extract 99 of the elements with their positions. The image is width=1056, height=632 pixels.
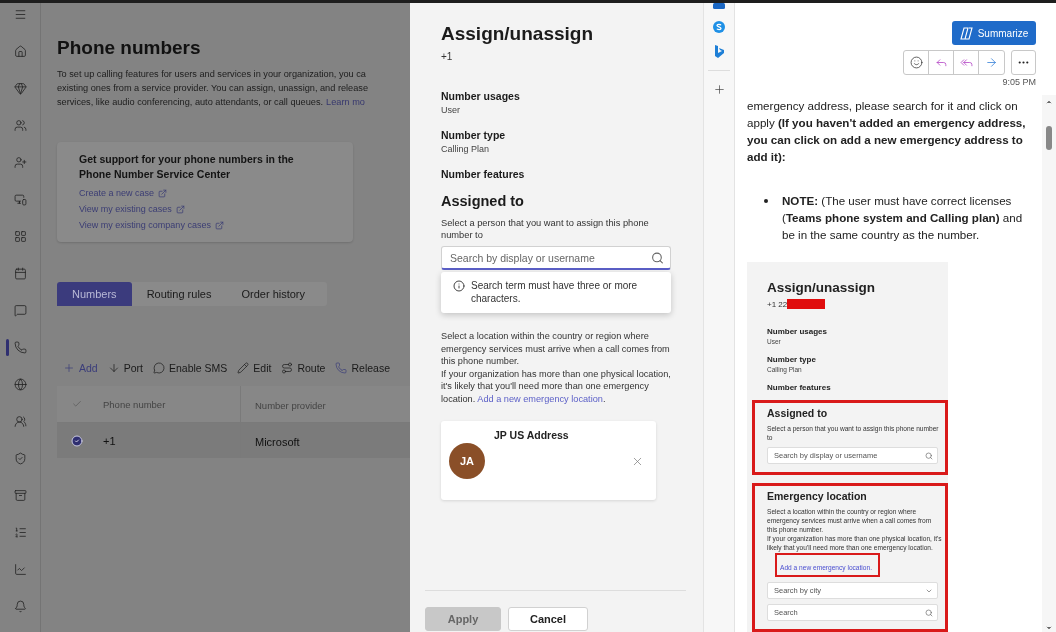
field-value: Calling Plan [441,144,491,154]
add-location-link[interactable]: Add a new emergency location [477,393,603,404]
chart-icon [13,563,27,576]
description-text: To set up calling features for users and services in your organization, you ca [57,68,367,80]
avatar: JA [449,443,485,479]
devices-icon [13,193,27,206]
home-icon [13,45,27,58]
calendar-icon [13,267,27,280]
phone-number: +1 [441,51,454,62]
location-name: JP US Address [494,429,570,441]
panel-title: Assign/unassign [441,23,595,45]
search-field[interactable]: Search by display or username [441,246,671,270]
external-link-icon [214,220,224,230]
bullet-icon [764,199,768,203]
phone-number: +1 22 [767,299,788,309]
section-heading: Assigned to [767,407,829,419]
person-add-icon [13,156,27,169]
remove-button[interactable] [631,455,644,468]
description-text: services, like audio conferencing, auto attendants, or call queues. [57,96,324,108]
table-row[interactable]: +1 Microsoft [57,423,410,458]
arrow-right-icon [985,56,998,69]
reply-icon [934,56,948,69]
page-title: Phone numbers [57,37,202,59]
people-icon [13,119,27,132]
toolbar-button[interactable]: Release [335,362,390,374]
ribbon-app-icon[interactable] [714,45,724,58]
field-value: User [441,105,461,115]
field-label: Number usages [441,90,521,102]
field-label: Number features [767,383,832,392]
phone-icon [13,341,27,354]
check-icon[interactable] [72,399,82,409]
emergency-description: Select a location within the country or region where emergency services must arrive when a call comes from this phone number. If your organization has more than one physical location, it's likely that you'll need more than one emergency location. Add a new emergency location. [441,330,672,405]
pencil-icon [237,362,250,374]
external-link-icon [158,188,168,198]
search-icon [925,451,933,460]
group-icon [13,415,27,428]
toolbar-button[interactable]: Enable SMS [152,362,228,374]
app-icon[interactable] [713,3,725,9]
learn-more-link[interactable]: Learn mo [326,96,365,108]
close-icon [631,455,644,468]
table-cell: +1 [103,434,116,447]
description-text: existing ones from a service provider. You can assign, unassign, and release [57,82,370,94]
tab[interactable]: Order history [226,282,321,306]
field-label: Number features [441,168,526,180]
field-label: Number type [441,129,507,141]
scroll-up-icon[interactable] [1045,98,1053,106]
more-button[interactable] [1011,50,1036,75]
summarize-button[interactable]: Summarize [952,21,1036,45]
circle-app-icon[interactable] [713,21,725,33]
toolbar-button[interactable]: Edit [237,362,272,374]
tab[interactable]: Routing rules [131,282,227,306]
help-text: Select a person that you want to assign this phone number to [441,217,650,241]
chat-icon [152,362,165,374]
note-text: NOTE: (The user must have correct licenses (Teams phone system and Calling plan) and be in the same country as the number. [782,193,1024,243]
screenshot-title: Assign/unassign [767,280,877,295]
support-link[interactable]: View my existing cases [79,204,185,214]
section-heading: Emergency location [767,490,868,502]
popup-message: Search term must have three or more characters. [471,279,639,305]
archive-icon [13,489,27,502]
menu-icon [13,8,27,21]
support-link[interactable]: Create a new case [79,188,168,198]
toolbar-button[interactable]: Route [281,362,326,374]
redaction-mark [787,299,826,309]
search-icon [925,608,933,617]
tab[interactable]: Numbers [57,282,132,306]
toolbar-button[interactable]: Add [63,362,98,374]
list-icon [13,526,27,539]
panel-button[interactable]: Cancel [508,607,588,631]
scroll-down-icon[interactable] [1045,624,1053,632]
message-paragraph: emergency address, please search for it and click on apply (If you haven't added an emergency address, you can click on add a new emergency address to add it): [747,98,1027,165]
table-cell: Microsoft [255,435,300,448]
plus-icon [63,362,75,374]
grid-icon [13,230,27,243]
phone-icon [335,362,348,374]
column-header: Number provider [255,400,326,411]
row-checkbox[interactable] [71,434,83,447]
bell-icon [13,600,27,613]
support-link[interactable]: View my existing company cases [79,220,224,230]
field-label: Number type [767,355,817,364]
column-header: Phone number [103,398,166,410]
section-heading: Assigned to [441,193,525,209]
smiley-icon [909,56,923,69]
shield-icon [13,452,27,465]
add-icon[interactable] [712,83,726,96]
timestamp: 9:05 PM [1002,77,1036,87]
globe-icon [13,378,27,391]
toolbar-button[interactable]: Port [107,362,143,374]
gem-icon [13,82,27,95]
arrow-down-icon [107,362,120,374]
search-icon [651,251,664,265]
route-icon [281,362,294,374]
scrollbar[interactable] [1042,95,1056,632]
field-label: Number usages [767,327,829,336]
card-title: Get support for your phone numbers in the Phone Number Service Center [79,152,295,182]
reply-all-icon [959,56,973,69]
scroll-thumb[interactable] [1046,126,1052,150]
info-icon [453,280,465,292]
external-link-icon [175,204,185,214]
chat-icon [13,304,27,317]
